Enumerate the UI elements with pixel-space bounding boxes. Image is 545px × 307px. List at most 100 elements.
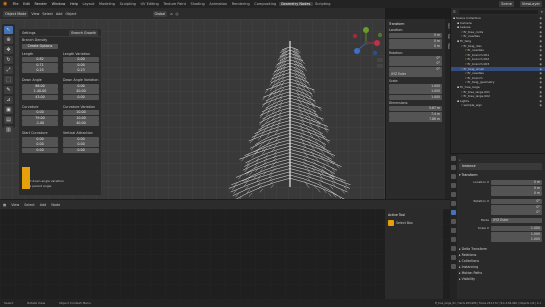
properties-tab-material-icon[interactable] — [451, 264, 456, 269]
measure-tool-icon[interactable]: ⊿ — [4, 96, 13, 104]
setting-value-field[interactable]: 10.00 — [63, 115, 99, 121]
navigation-gizmo[interactable] — [346, 23, 386, 71]
scale-y-field[interactable]: 1.000 — [389, 89, 442, 94]
properties-tab-render-icon[interactable] — [451, 165, 456, 170]
setting-value-field[interactable]: 40.00 — [63, 89, 99, 94]
properties-tab-constraints-icon[interactable] — [451, 246, 456, 251]
menu-add[interactable]: Add — [56, 12, 63, 16]
properties-tab-output-icon[interactable] — [451, 174, 456, 179]
properties-tab-particles-icon[interactable] — [451, 228, 456, 233]
rotation-z-field[interactable]: 0° — [389, 66, 442, 72]
transform-tool-icon[interactable]: ⬚ — [4, 76, 13, 84]
setting-value-field[interactable]: 0.00 — [63, 142, 99, 147]
props-location-z[interactable]: 0 m — [491, 191, 542, 196]
proportional-icon[interactable]: ◎ — [175, 12, 178, 16]
editor-type-icon[interactable]: ▦ — [3, 203, 6, 207]
rotation-y-field[interactable]: 0° — [389, 61, 442, 66]
setting-value-field[interactable]: 0.00 — [63, 62, 99, 68]
setting-value-field[interactable]: 0.00 — [63, 83, 99, 89]
setting-value-field[interactable]: 79.00 — [22, 115, 58, 121]
location-x-field[interactable]: 0 m — [389, 33, 442, 38]
scale-z-field[interactable]: 1.000 — [389, 94, 442, 100]
node-editor-area[interactable] — [0, 209, 450, 299]
blender-logo-icon[interactable]: ◉ — [0, 1, 10, 7]
scale-tool-icon[interactable]: ⤢ — [4, 66, 13, 74]
location-y-field[interactable]: 0 m — [389, 38, 442, 44]
props-location-y[interactable]: 0 m — [491, 185, 542, 191]
props-rotation-z[interactable]: 0° — [491, 210, 542, 215]
dimensions-x-field[interactable]: 5.67 m — [389, 106, 442, 111]
add-cube-tool-icon[interactable]: ▣ — [4, 106, 13, 114]
outliner-row[interactable]: ▿ sample_sign ◉ — [451, 103, 545, 108]
properties-tab-view-layer-icon[interactable] — [451, 183, 456, 188]
outliner-funnel-icon[interactable]: ⏷ — [541, 10, 543, 14]
tab-scripting[interactable]: Scripting — [313, 2, 333, 6]
outliner-filter-icon[interactable]: ☰ — [453, 10, 456, 14]
setting-value-field[interactable]: 0.23 — [63, 68, 99, 73]
tab-shading[interactable]: Shading — [188, 2, 207, 6]
branch-density-field[interactable]: Create Options — [22, 43, 58, 49]
menu-window[interactable]: Window — [49, 2, 67, 6]
properties-tab-tool-icon[interactable] — [451, 156, 456, 161]
active-tool-item[interactable]: Select Box — [388, 220, 440, 226]
tab-geometry-nodes[interactable]: Geometry Nodes — [278, 2, 313, 6]
properties-tab-data-icon[interactable] — [451, 255, 456, 260]
tab-layout[interactable]: Layout — [80, 2, 97, 6]
node-menu-add[interactable]: Add — [40, 203, 47, 207]
setting-value-field[interactable]: -1.00 — [22, 121, 58, 126]
props-rotation-mode[interactable]: XYZ Euler — [491, 218, 542, 223]
props-rotation-y[interactable]: 0° — [491, 204, 542, 210]
props-transform-section[interactable]: ▾ Transform — [459, 172, 542, 179]
props-scale-z[interactable]: 1.000 — [491, 237, 542, 242]
rotate-tool-icon[interactable]: ↻ — [4, 56, 13, 64]
setting-value-field[interactable]: 0.82 — [22, 57, 58, 62]
snap-icon[interactable]: ⌂ — [170, 12, 172, 16]
properties-tab-scene-icon[interactable] — [451, 192, 456, 197]
menu-render[interactable]: Render — [32, 2, 49, 6]
tab-texture-paint[interactable]: Texture Paint — [161, 2, 188, 6]
props-location-x[interactable]: 0 m — [491, 180, 542, 185]
dimensions-z-field[interactable]: 7.86 m — [389, 117, 442, 122]
menu-view[interactable]: View — [31, 12, 39, 16]
setting-value-field[interactable]: 0.00 — [63, 94, 99, 100]
props-object-name[interactable]: Instance — [459, 163, 542, 170]
scale-x-field[interactable]: 1.000 — [389, 83, 442, 89]
setting-value-field[interactable]: 0.25 — [22, 68, 58, 73]
setting-value-field[interactable]: 0.00 — [63, 147, 99, 153]
scene-selector[interactable]: Scene — [499, 1, 514, 7]
setting-value-field[interactable]: 0.00 — [22, 136, 58, 142]
setting-value-field[interactable]: 0.00 — [63, 136, 99, 142]
tab-compositing[interactable]: Compositing — [252, 2, 279, 6]
setting-value-field[interactable]: 10.00 — [63, 110, 99, 115]
node-menu-view[interactable]: View — [11, 203, 19, 207]
dimensions-y-field[interactable]: 7.4 m — [389, 111, 442, 117]
properties-tab-physics-icon[interactable] — [451, 237, 456, 242]
tab-uv-editing[interactable]: UV Editing — [138, 2, 161, 6]
view-layer-selector[interactable]: ViewLayer — [519, 1, 542, 7]
props-scale-y[interactable]: 1.000 — [491, 231, 542, 237]
transform-orientation[interactable]: Global — [152, 10, 168, 17]
properties-tab-world-icon[interactable] — [451, 201, 456, 206]
settings-subtitle-dropdown[interactable]: Branch Growth — [69, 29, 98, 36]
visibility-eye-icon[interactable]: ◉ — [539, 103, 542, 108]
setting-value-field[interactable]: 40.00 — [63, 121, 99, 126]
extra2-tool-icon[interactable]: ▥ — [4, 126, 13, 134]
outliner-search-input[interactable] — [458, 9, 538, 14]
setting-value-field[interactable]: 0.00 — [22, 147, 58, 153]
mode-selector[interactable]: Object Mode — [3, 10, 29, 17]
tab-rendering[interactable]: Rendering — [230, 2, 252, 6]
extra-tool-icon[interactable]: ▤ — [4, 116, 13, 124]
active-color-swatch[interactable] — [22, 167, 30, 189]
tab-modeling[interactable]: Modeling — [97, 2, 118, 6]
setting-value-field[interactable]: 0.00 — [22, 110, 58, 115]
menu-edit[interactable]: Edit — [21, 2, 32, 6]
menu-file[interactable]: File — [10, 2, 20, 6]
properties-tab-object-icon[interactable] — [451, 210, 456, 215]
menu-help[interactable]: Help — [68, 2, 81, 6]
setting-value-field[interactable]: 43.00 — [22, 94, 58, 100]
tab-animation[interactable]: Animation — [207, 2, 229, 6]
setting-value-field[interactable]: 0.00 — [63, 57, 99, 62]
setting-value-field[interactable]: 1.40.00 — [22, 89, 58, 94]
select-tool-icon[interactable]: ↖ — [4, 26, 13, 34]
setting-value-field[interactable]: 0.00 — [22, 142, 58, 147]
